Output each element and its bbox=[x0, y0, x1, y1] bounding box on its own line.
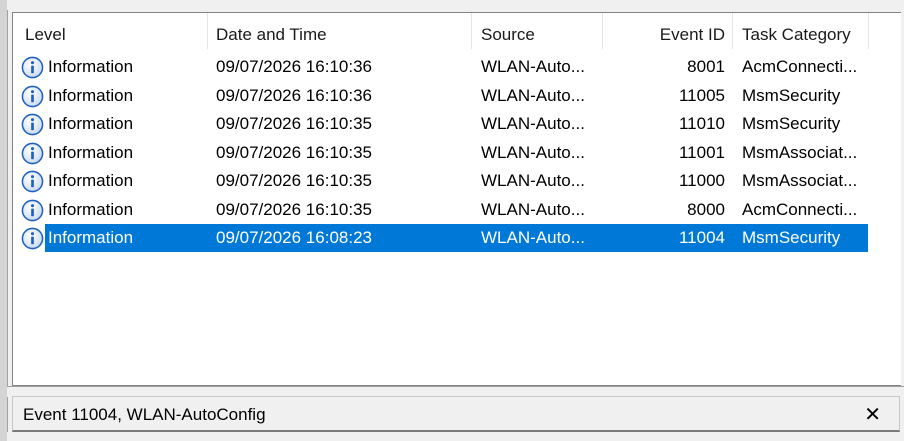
event-id-cell: 11000 bbox=[678, 171, 725, 190]
info-icon bbox=[21, 227, 44, 250]
source-cell: WLAN-Auto... bbox=[481, 114, 585, 133]
event-list[interactable]: Level Date and Time Source Event ID Task… bbox=[12, 12, 901, 386]
column-header-task-category[interactable]: Task Category bbox=[742, 13, 868, 49]
event-detail-title: Event 11004, WLAN-AutoConfig bbox=[23, 405, 266, 424]
info-icon bbox=[21, 199, 44, 221]
event-id-cell: 11005 bbox=[678, 85, 725, 105]
event-detail-header: Event 11004, WLAN-AutoConfig ✕ bbox=[12, 396, 900, 432]
level-cell: Information bbox=[48, 85, 134, 105]
bottom-strip bbox=[7, 432, 904, 441]
task-category-cell: MsmSecurity bbox=[742, 114, 841, 133]
column-divider[interactable] bbox=[732, 13, 733, 49]
info-icon bbox=[21, 56, 44, 79]
event-id-cell: 11001 bbox=[678, 142, 725, 162]
column-header-source[interactable]: Source bbox=[481, 13, 601, 49]
date-time-cell: 09/07/2026 16:10:36 bbox=[216, 85, 372, 105]
event-id-cell: 8000 bbox=[687, 199, 725, 219]
task-category-cell: MsmSecurity bbox=[742, 85, 841, 105]
level-cell: Information bbox=[48, 228, 134, 247]
source-cell: WLAN-Auto... bbox=[481, 85, 585, 105]
source-cell: WLAN-Auto... bbox=[481, 142, 585, 162]
level-cell: Information bbox=[48, 199, 134, 219]
source-cell: WLAN-Auto... bbox=[481, 171, 585, 190]
task-category-cell: MsmAssociat... bbox=[742, 171, 858, 190]
close-icon[interactable]: ✕ bbox=[864, 397, 881, 433]
info-icon bbox=[21, 142, 44, 164]
column-divider[interactable] bbox=[207, 13, 208, 49]
date-time-cell: 09/07/2026 16:10:35 bbox=[216, 114, 372, 133]
source-cell: WLAN-Auto... bbox=[481, 57, 585, 76]
source-cell: WLAN-Auto... bbox=[481, 199, 585, 219]
event-id-cell: 8001 bbox=[687, 57, 725, 76]
top-strip bbox=[7, 0, 904, 10]
date-time-cell: 09/07/2026 16:10:35 bbox=[216, 142, 372, 162]
task-category-cell: MsmSecurity bbox=[742, 228, 841, 247]
info-icon bbox=[21, 85, 44, 107]
level-cell: Information bbox=[48, 142, 134, 162]
column-header: Level Date and Time Source Event ID Task… bbox=[13, 13, 901, 49]
table-row[interactable]: Information 09/07/2026 16:10:36 WLAN-Auto.… bbox=[13, 53, 901, 81]
source-cell: WLAN-Auto... bbox=[481, 228, 585, 247]
date-time-cell: 09/07/2026 16:10:35 bbox=[216, 199, 372, 219]
event-id-cell: 11010 bbox=[678, 114, 725, 133]
level-cell: Information bbox=[48, 114, 134, 133]
table-row[interactable]: Information 09/07/2026 16:10:35 WLAN-Auto.… bbox=[13, 110, 901, 138]
event-id-cell: 11004 bbox=[678, 228, 725, 247]
table-row[interactable]: Information 09/07/2026 16:10:36 WLAN-Auto.… bbox=[13, 82, 901, 110]
date-time-cell: 09/07/2026 16:10:35 bbox=[216, 171, 372, 190]
level-cell: Information bbox=[48, 171, 134, 190]
date-time-cell: 09/07/2026 16:08:23 bbox=[216, 228, 372, 247]
info-icon bbox=[21, 170, 44, 193]
left-pane-edge bbox=[0, 0, 8, 441]
task-category-cell: MsmAssociat... bbox=[742, 142, 858, 162]
task-category-cell: AcmConnecti... bbox=[742, 57, 858, 76]
task-category-cell: AcmConnecti... bbox=[742, 199, 858, 219]
table-row[interactable]: Information 09/07/2026 16:10:35 WLAN-Auto.… bbox=[13, 196, 901, 224]
level-cell: Information bbox=[48, 57, 134, 76]
table-row[interactable]: Information 09/07/2026 16:10:35 WLAN-Auto.… bbox=[13, 139, 901, 167]
column-header-event-id[interactable]: Event ID bbox=[603, 13, 725, 49]
date-time-cell: 09/07/2026 16:10:36 bbox=[216, 57, 372, 76]
column-header-date[interactable]: Date and Time bbox=[216, 13, 471, 49]
column-divider[interactable] bbox=[868, 13, 869, 49]
table-row[interactable]: Information 09/07/2026 16:08:23 WLAN-Auto.… bbox=[13, 224, 901, 252]
table-row[interactable]: Information 09/07/2026 16:10:35 WLAN-Auto.… bbox=[13, 167, 901, 195]
column-divider[interactable] bbox=[471, 13, 472, 49]
info-icon bbox=[21, 113, 44, 136]
column-header-level[interactable]: Level bbox=[25, 13, 215, 49]
